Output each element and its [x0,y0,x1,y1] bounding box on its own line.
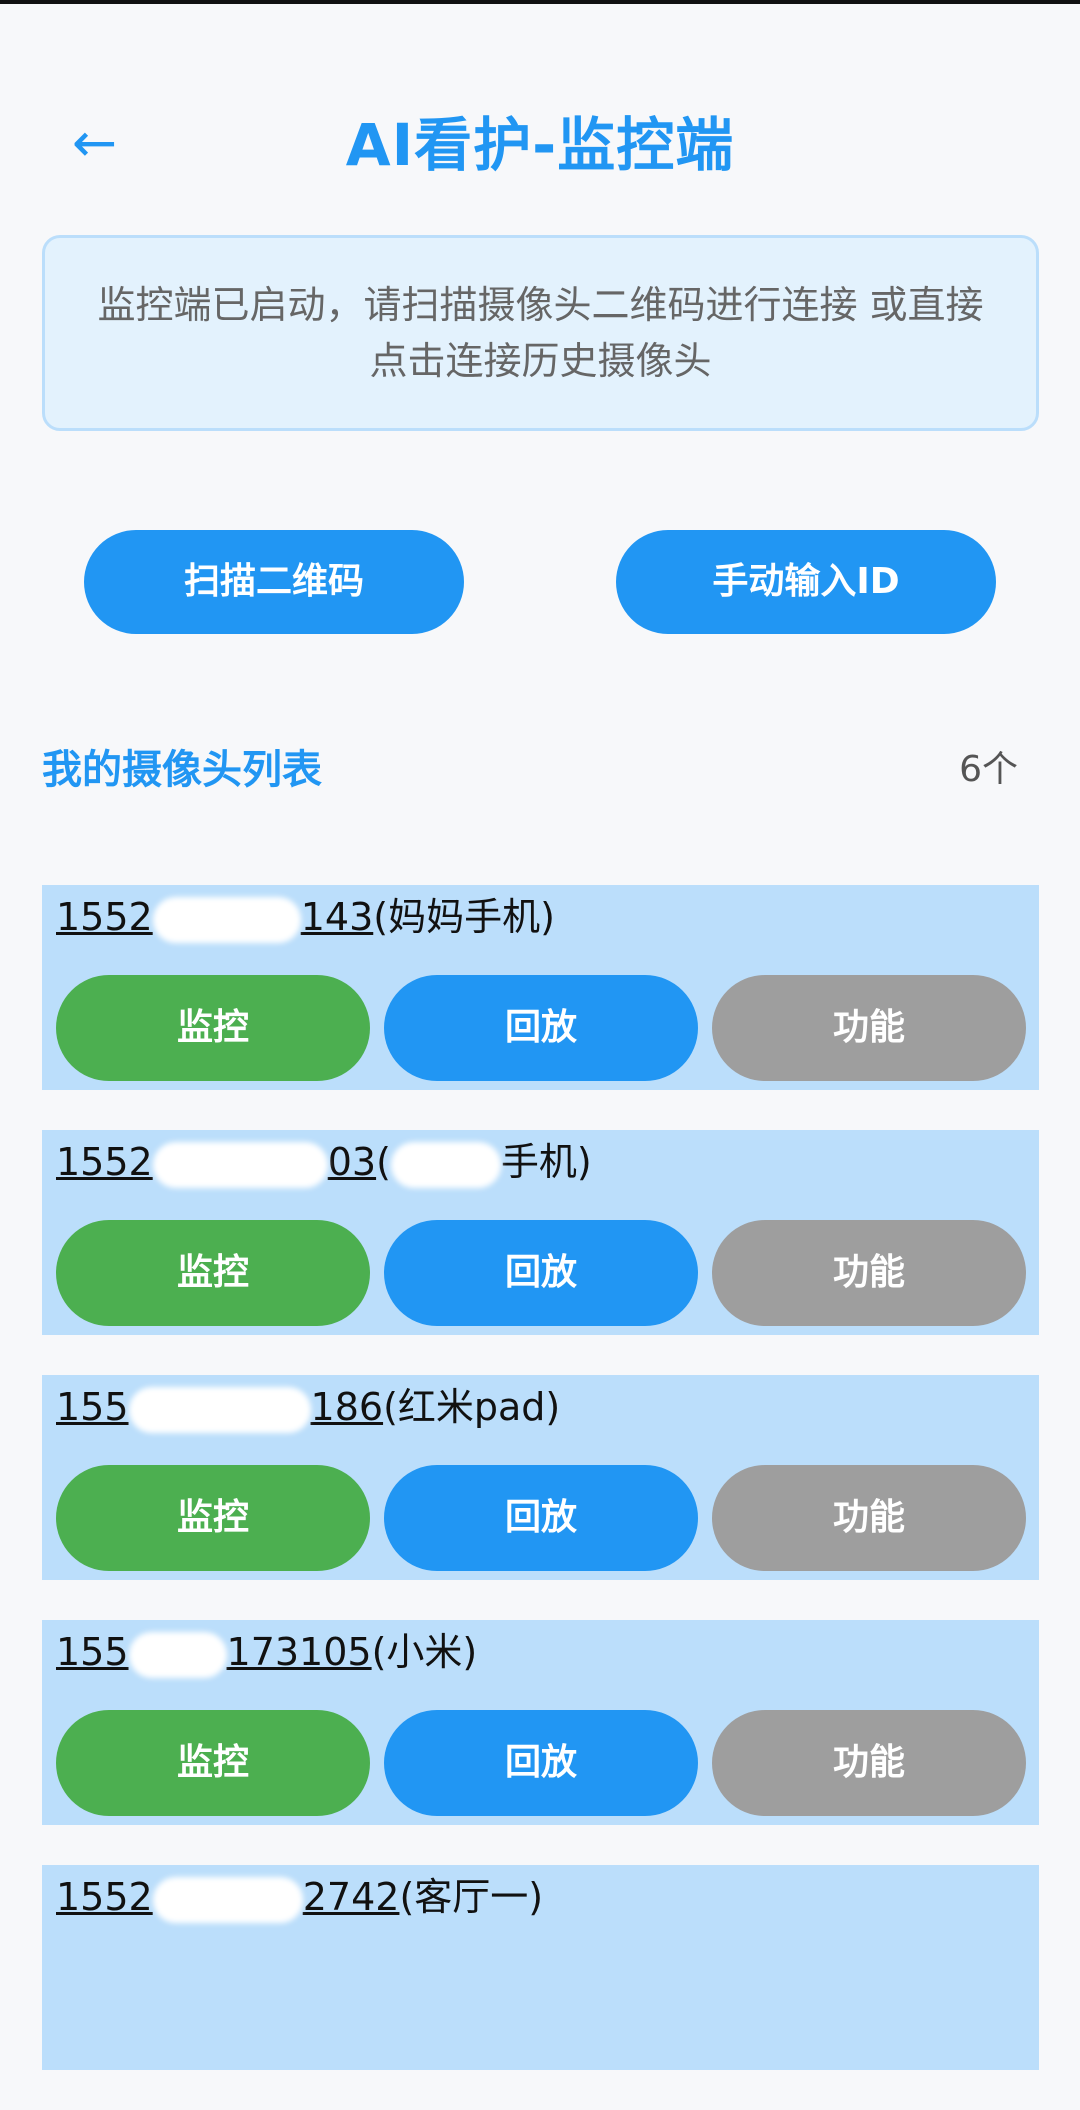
manual-input-id-button[interactable]: 手动输入ID [616,530,996,634]
redaction-mask [152,896,301,943]
playback-button[interactable]: 回放 [384,1465,698,1571]
scan-qrcode-button[interactable]: 扫描二维码 [84,530,464,634]
camera-name[interactable]: 155 173105(小米) [56,1622,477,1682]
function-button[interactable]: 功能 [712,1465,1026,1571]
camera-id[interactable]: 1552 143 [56,895,373,943]
redaction-mask [152,1876,303,1923]
camera-id[interactable]: 155 186 [56,1385,383,1433]
camera-name[interactable]: 1552 2742(客厅一) [56,1867,543,1927]
camera-id[interactable]: 1552 2742 [56,1875,399,1923]
redaction-mask [390,1141,501,1188]
camera-card: 155 173105(小米) 监控 回放 功能 [42,1620,1039,1825]
camera-name[interactable]: 155 186(红米pad) [56,1377,560,1437]
redaction-mask [128,1631,227,1678]
status-message: 监控端已启动，请扫描摄像头二维码进行连接 或直接点击连接历史摄像头 [97,283,984,383]
page-title: AI看护-监控端 [345,111,735,179]
camera-actions: 监控 回放 功能 [56,975,1026,1081]
camera-card: 1552 143(妈妈手机) 监控 回放 功能 [42,885,1039,1090]
status-info-box: 监控端已启动，请扫描摄像头二维码进行连接 或直接点击连接历史摄像头 [42,235,1039,431]
monitor-button[interactable]: 监控 [56,1710,370,1816]
function-button[interactable]: 功能 [712,1220,1026,1326]
camera-list-title: 我的摄像头列表 [42,747,322,793]
camera-list: 1552 143(妈妈手机) 监控 回放 功能 1552 03(手机) 监控 回放 … [42,885,1039,2110]
function-button[interactable]: 功能 [712,1710,1026,1816]
playback-button[interactable]: 回放 [384,975,698,1081]
monitor-button[interactable]: 监控 [56,1465,370,1571]
camera-id[interactable]: 155 173105 [56,1630,372,1678]
camera-actions: 监控 回放 功能 [56,1710,1026,1816]
camera-card: 1552 2742(客厅一) [42,1865,1039,2070]
monitor-button[interactable]: 监控 [56,975,370,1081]
camera-card: 155 186(红米pad) 监控 回放 功能 [42,1375,1039,1580]
function-button[interactable]: 功能 [712,975,1026,1081]
camera-actions: 监控 回放 功能 [56,1465,1026,1571]
redaction-mask [152,1141,328,1188]
redaction-mask [128,1386,311,1433]
camera-name[interactable]: 1552 143(妈妈手机) [56,887,555,947]
status-bar-edge [0,0,1080,4]
camera-actions: 监控 回放 功能 [56,1220,1026,1326]
camera-id[interactable]: 1552 03 [56,1140,376,1188]
camera-count: 6个 [959,749,1018,790]
camera-name[interactable]: 1552 03(手机) [56,1132,592,1192]
camera-card: 1552 03(手机) 监控 回放 功能 [42,1130,1039,1335]
monitor-button[interactable]: 监控 [56,1220,370,1326]
playback-button[interactable]: 回放 [384,1710,698,1816]
header: ← AI看护-监控端 [0,95,1080,195]
playback-button[interactable]: 回放 [384,1220,698,1326]
